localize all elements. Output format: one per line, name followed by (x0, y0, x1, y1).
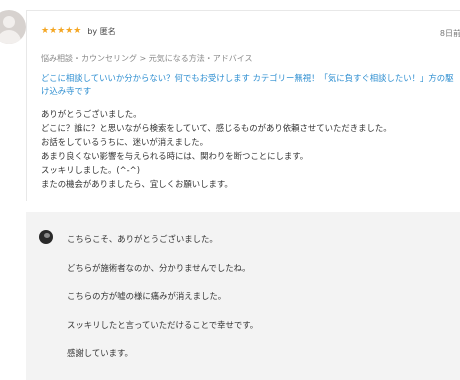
review-date: 8日前 (439, 29, 460, 38)
seller-reply: こちらこそ、ありがとうございました。 どちらが施術者なのか、分かりませんでしたね… (26, 212, 460, 380)
reply-line: こちらこそ、ありがとうございました。 (67, 234, 218, 244)
seller-avatar-icon (39, 230, 53, 244)
review-text: ありがとうございました。 どこに？誰に？と思いながら検索をしていて、感じるものが… (41, 107, 457, 191)
reply-line: 感謝しています。 (67, 348, 133, 358)
breadcrumb[interactable]: 悩み相談・カウンセリング > 元気になる方法・アドバイス (41, 53, 253, 64)
avatar-head (3, 16, 15, 28)
review-line: またの機会がありましたら、宜しくお願いします。 (41, 179, 233, 189)
seller-avatar-detail (44, 233, 50, 238)
avatar-body (0, 30, 21, 44)
service-title-link[interactable]: どこに相談していいか分からない？何でもお受けします カテゴリー無視！「気に負すぐ… (41, 72, 457, 98)
reply-line: スッキリしたと言っていただけることで幸せです。 (67, 320, 259, 330)
reviewer-avatar-icon (0, 10, 26, 44)
reply-line: こちらの方が嘘の様に痛みが消えました。 (67, 291, 227, 301)
review-line: あまり良くない影響を与えられる時には、関わりを断つことにします。 (41, 151, 309, 161)
reviewer-name: by 匿名 (87, 26, 116, 36)
review-line: スッキリしました。(^-^) (41, 165, 140, 175)
review-line: お話をしているうちに、迷いが消えました。 (41, 137, 208, 147)
reply-line: どちらが施術者なのか、分かりませんでしたね。 (67, 263, 251, 273)
star-rating-icon: ★★★★★ (41, 26, 82, 36)
review-line: ありがとうございました。 (41, 109, 142, 119)
review-line: どこに？誰に？と思いながら検索をしていて、感じるものがあり依頼させていただきまし… (41, 123, 392, 133)
review-card: ★★★★★ by 匿名 8日前 悩み相談・カウンセリング > 元気になる方法・ア… (26, 10, 460, 201)
review-meta: ★★★★★ by 匿名 (41, 24, 116, 38)
